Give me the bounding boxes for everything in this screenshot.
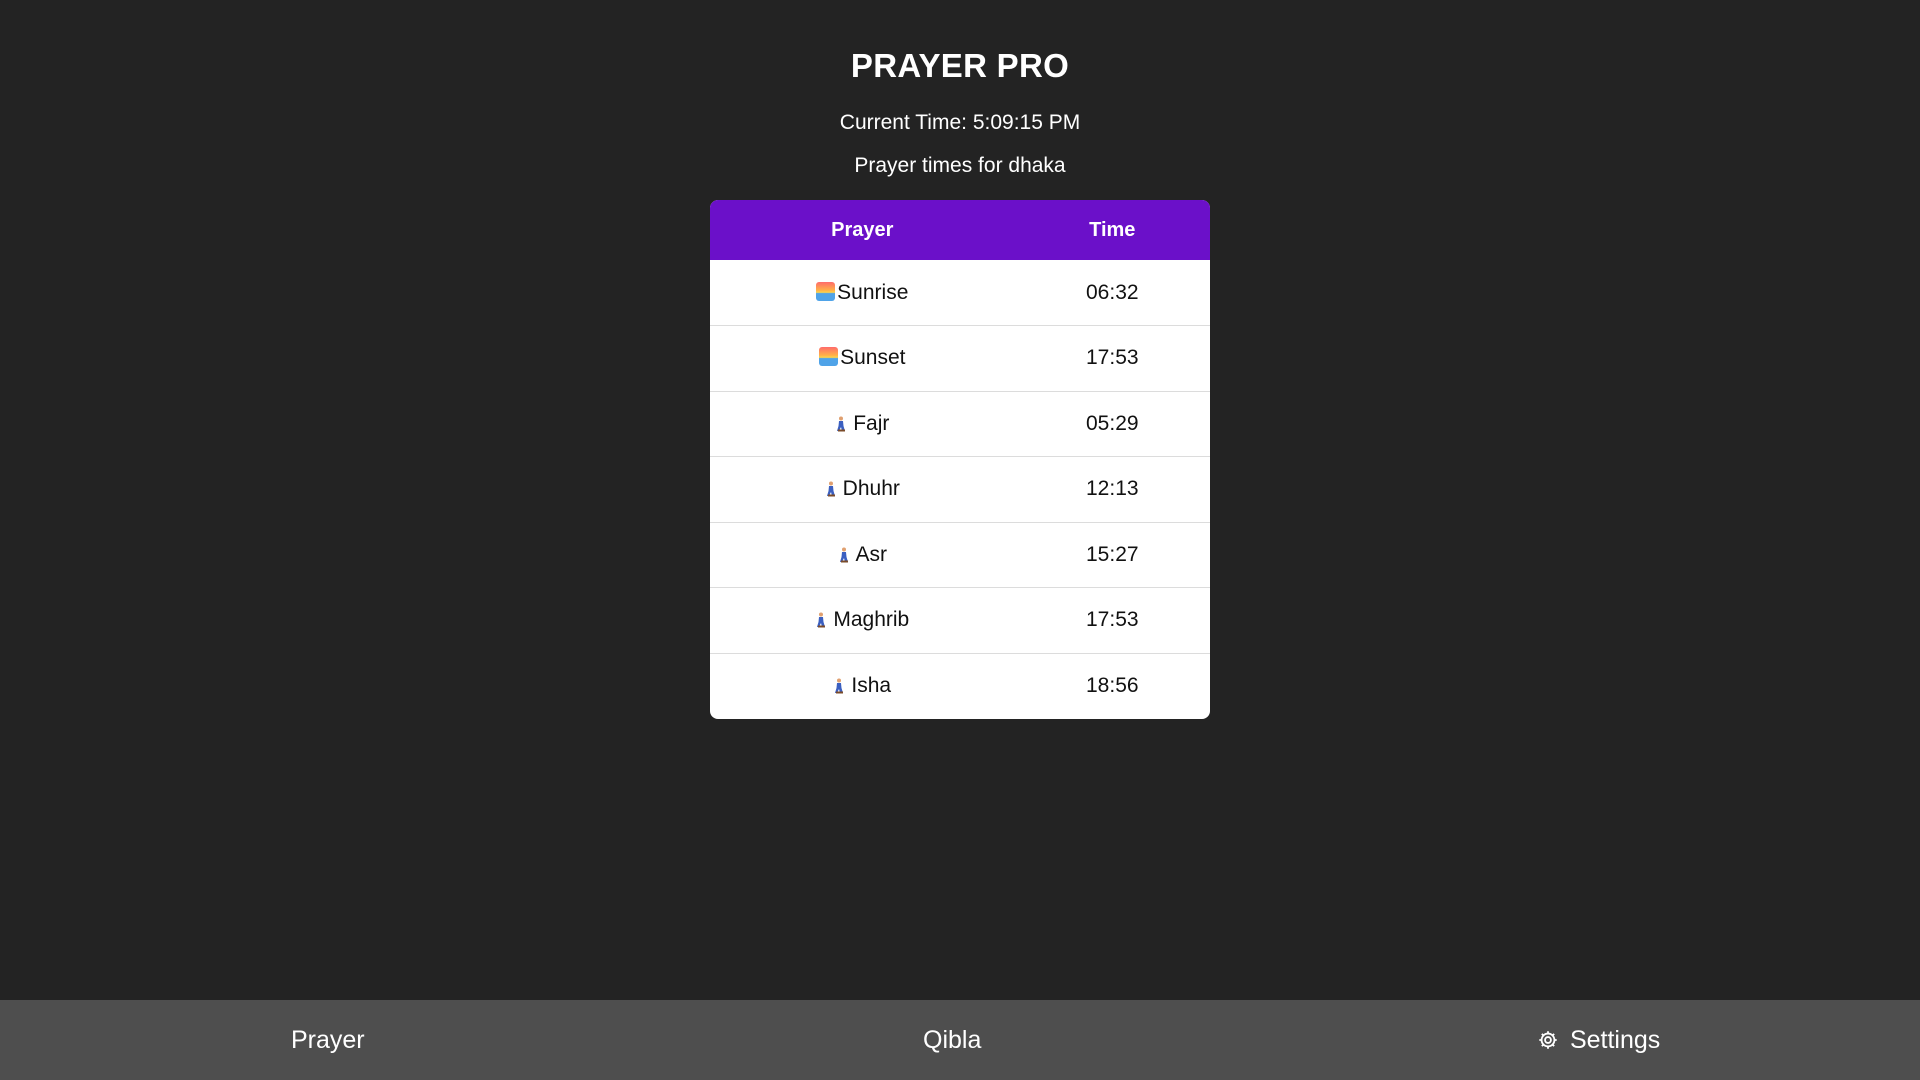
- nav-prayer-label: Prayer: [291, 1026, 365, 1054]
- sunrise-icon: [819, 347, 839, 367]
- prayer-name-cell: Isha: [710, 653, 1015, 719]
- prayer-time: 12:13: [1086, 477, 1139, 501]
- table-body: Sunrise 06:32 Sunset 17:53 Fajr 05:29 Dhuhr 12:…: [710, 260, 1210, 719]
- current-time-label: Current Time: 5:09:15 PM: [839, 111, 1081, 134]
- prayer-times-table: Prayer Time Sunrise 06:32 Sunset 17:53 Fajr 0…: [710, 200, 1210, 719]
- prayer-name-cell: Sunrise: [710, 260, 1015, 326]
- prayer-name: Isha: [851, 674, 892, 697]
- prayer-time: 05:29: [1086, 411, 1139, 435]
- prayer-name-cell: Sunset: [710, 326, 1015, 392]
- prayer-name: Maghrib: [833, 608, 910, 632]
- prayer-time: 17:53: [1086, 608, 1139, 632]
- kneeling-person-icon: [825, 479, 837, 497]
- prayer-name: Asr: [855, 542, 888, 566]
- prayer-time: 15:27: [1086, 542, 1139, 566]
- prayer-name-cell: Maghrib: [710, 588, 1015, 654]
- nav-settings-label: Settings: [1569, 1026, 1661, 1054]
- nav-qibla-label: Qibla: [923, 1026, 982, 1054]
- prayer-name: Sunrise: [837, 280, 909, 304]
- page-title: PRAYER PRO: [850, 47, 1070, 84]
- kneeling-person-icon: [838, 545, 850, 563]
- prayer-name-cell: Fajr: [710, 391, 1015, 457]
- app-root: PRAYER PRO Current Time: 5:09:15 PM Pray…: [0, 0, 1920, 1080]
- location-label: Prayer times for dhaka: [854, 154, 1066, 177]
- column-header-time: Time: [1089, 218, 1136, 241]
- prayer-name: Dhuhr: [842, 477, 900, 501]
- nav-prayer[interactable]: Prayer: [291, 1000, 365, 1080]
- prayer-times-table-container: Prayer Time Sunrise 06:32 Sunset 17:53 Fajr 0…: [710, 200, 1210, 719]
- prayer-name-cell: Asr: [710, 522, 1015, 588]
- table-row: Maghrib 17:53: [710, 587, 1210, 654]
- table-header: Prayer Time: [710, 200, 1210, 260]
- table-header-row: Prayer Time: [710, 200, 1210, 260]
- table-row: Sunrise 06:32: [710, 260, 1210, 326]
- sunrise-icon: [816, 281, 836, 301]
- kneeling-person-icon: [835, 414, 847, 432]
- prayer-name: Fajr: [853, 411, 890, 435]
- nav-settings[interactable]: Settings: [1537, 1000, 1660, 1080]
- kneeling-person-icon: [833, 676, 845, 694]
- kneeling-person-icon: [815, 610, 827, 628]
- table-row: Isha 18:56: [710, 653, 1210, 719]
- gear-icon: [1537, 1003, 1559, 1080]
- column-header-prayer: Prayer: [831, 218, 894, 241]
- table-row: Sunset 17:53: [710, 325, 1210, 392]
- table-row: Dhuhr 12:13: [710, 456, 1210, 523]
- table-row: Asr 15:27: [710, 522, 1210, 588]
- prayer-time: 17:53: [1086, 346, 1139, 370]
- prayer-name-cell: Dhuhr: [710, 457, 1015, 523]
- prayer-name: Sunset: [840, 346, 906, 370]
- prayer-time: 18:56: [1086, 674, 1139, 697]
- header: PRAYER PRO Current Time: 5:09:15 PM Pray…: [0, 0, 1920, 179]
- prayer-time: 06:32: [1086, 280, 1139, 304]
- bottom-nav: Prayer Qibla Settings: [0, 1000, 1920, 1080]
- table-row: Fajr 05:29: [710, 391, 1210, 457]
- nav-qibla[interactable]: Qibla: [923, 1000, 981, 1080]
